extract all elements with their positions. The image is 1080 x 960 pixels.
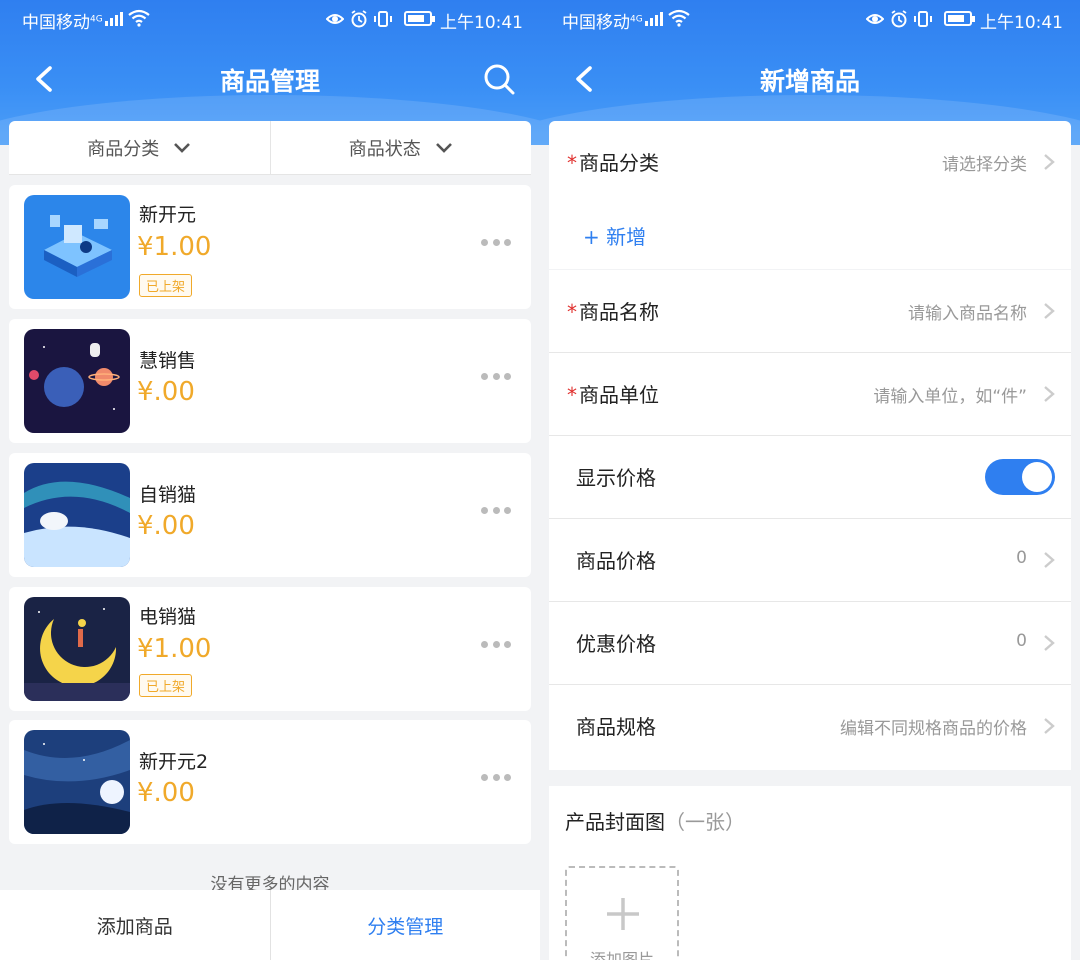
category-filter-label: 商品分类 xyxy=(87,138,160,160)
vibrate-icon xyxy=(914,11,932,27)
battery-icon xyxy=(404,11,435,26)
category-row[interactable]: * 商品分类 请选择分类 xyxy=(549,121,1071,204)
chevron-right-icon xyxy=(1044,718,1055,734)
vibrate-icon xyxy=(374,11,392,27)
product-name: 自销猫 xyxy=(139,484,197,506)
signal-icon xyxy=(105,12,123,26)
alarm-icon xyxy=(891,10,907,28)
product-name: 新开元 xyxy=(139,204,197,226)
show-price-row: 显示价格 xyxy=(549,436,1071,519)
product-price: ¥1.00 xyxy=(137,232,212,262)
category-placeholder: 请选择分类 xyxy=(942,155,1027,175)
clock: 上午10:41 xyxy=(440,13,523,33)
signal-icon xyxy=(645,12,663,26)
required-mark: * xyxy=(567,151,577,175)
category-label: * 商品分类 xyxy=(567,151,659,175)
eye-icon xyxy=(866,14,884,24)
product-price: ¥.00 xyxy=(137,377,195,407)
cover-image-label: 产品封面图（一张） xyxy=(565,810,745,834)
product-thumbnail xyxy=(24,730,130,834)
more-options-icon[interactable] xyxy=(481,641,511,651)
chevron-down-icon xyxy=(174,142,191,153)
product-price: ¥.00 xyxy=(137,778,195,808)
more-options-icon[interactable] xyxy=(481,239,511,249)
chevron-right-icon xyxy=(1044,154,1055,170)
product-name-input[interactable]: 请输入商品名称 xyxy=(908,299,1027,324)
category-section: * 商品分类 请选择分类 + 新增 xyxy=(549,121,1071,269)
product-price: ¥1.00 xyxy=(137,634,212,664)
more-options-icon[interactable] xyxy=(481,774,511,784)
add-category-button[interactable]: + 新增 xyxy=(583,221,646,250)
page-title: 商品管理 xyxy=(219,67,320,96)
product-name-row[interactable]: * 商品名称 请输入商品名称 xyxy=(549,270,1071,353)
required-mark: * xyxy=(567,383,577,407)
more-options-icon[interactable] xyxy=(481,373,511,383)
product-card[interactable]: 慧销售 ¥.00 xyxy=(9,319,531,443)
product-thumbnail xyxy=(24,195,130,299)
product-thumbnail xyxy=(24,329,130,433)
product-card[interactable]: 电销猫 ¥1.00 已上架 xyxy=(9,587,531,711)
search-icon[interactable] xyxy=(482,62,516,96)
field-label: * 商品单位 xyxy=(567,383,659,407)
category-filter[interactable]: 商品分类 xyxy=(9,121,270,174)
cover-image-section: 产品封面图（一张） 添加图片 xyxy=(549,786,1071,960)
add-image-label: 添加图片 xyxy=(589,950,654,960)
field-label: 商品价格 xyxy=(576,549,656,573)
filter-bar: 商品分类 商品状态 xyxy=(9,121,531,175)
product-name: 新开元2 xyxy=(139,751,209,773)
field-label: 优惠价格 xyxy=(576,632,656,656)
chevron-down-icon xyxy=(435,142,452,153)
product-name: 电销猫 xyxy=(139,606,197,628)
product-price-input[interactable]: 0 xyxy=(1016,548,1027,568)
chevron-right-icon xyxy=(1044,386,1055,402)
discount-price-input[interactable]: 0 xyxy=(1016,631,1027,651)
add-image-button[interactable]: 添加图片 xyxy=(565,866,679,960)
product-price: ¥.00 xyxy=(137,511,195,541)
field-label: 商品规格 xyxy=(576,715,656,739)
chevron-right-icon xyxy=(1044,552,1055,568)
status-bar: 中国移动4G 上午10:41 xyxy=(0,0,540,38)
status-badge: 已上架 xyxy=(139,674,193,697)
product-card[interactable]: 自销猫 ¥.00 xyxy=(9,453,531,577)
status-badge: 已上架 xyxy=(139,274,193,297)
product-card[interactable]: 新开元 ¥1.00 已上架 xyxy=(9,185,531,309)
product-thumbnail xyxy=(24,463,130,567)
bottom-action-bar: 添加商品 分类管理 xyxy=(0,890,540,960)
battery-icon xyxy=(944,11,975,26)
eye-icon xyxy=(326,14,344,24)
status-filter[interactable]: 商品状态 xyxy=(269,121,532,174)
product-card[interactable]: 新开元2 ¥.00 xyxy=(9,720,531,844)
product-name: 慧销售 xyxy=(139,350,197,372)
add-product-button[interactable]: 添加商品 xyxy=(0,890,270,960)
wifi-icon xyxy=(668,9,690,27)
carrier-label: 中国移动4G xyxy=(562,13,643,33)
show-price-toggle[interactable] xyxy=(985,459,1055,495)
status-filter-label: 商品状态 xyxy=(348,138,421,160)
product-spec-row[interactable]: 商品规格 编辑不同规格商品的价格 xyxy=(549,685,1071,768)
product-thumbnail xyxy=(24,597,130,701)
discount-price-row[interactable]: 优惠价格 0 xyxy=(549,602,1071,685)
product-management-screen: 中国移动4G 上午10:41 商品管理 商品分类 商品状态 新开元 ¥1.00 … xyxy=(0,0,540,960)
more-options-icon[interactable] xyxy=(481,507,511,517)
chevron-right-icon xyxy=(1044,635,1055,651)
carrier-label: 中国移动4G xyxy=(22,13,103,33)
required-mark: * xyxy=(567,300,577,324)
plus-icon xyxy=(607,898,639,930)
status-bar: 中国移动4G 上午10:41 xyxy=(540,0,1080,38)
product-unit-row[interactable]: * 商品单位 请输入单位，如“件” xyxy=(549,353,1071,436)
product-price-row[interactable]: 商品价格 0 xyxy=(549,519,1071,602)
field-label: 显示价格 xyxy=(576,466,656,490)
category-manage-button[interactable]: 分类管理 xyxy=(269,890,541,960)
chevron-right-icon xyxy=(1044,303,1055,319)
product-spec-value: 编辑不同规格商品的价格 xyxy=(840,719,1027,739)
page-title: 新增商品 xyxy=(759,67,860,96)
clock: 上午10:41 xyxy=(980,13,1063,33)
add-product-screen: 中国移动4G 上午10:41 新增商品 * 商品分类 请选择分类 + 新增 * 商品… xyxy=(540,0,1080,960)
product-form: * 商品名称 请输入商品名称 * 商品单位 请输入单位，如“件” 显示价格 商品价格… xyxy=(549,270,1071,770)
alarm-icon xyxy=(351,10,367,28)
field-label: * 商品名称 xyxy=(567,300,659,324)
wifi-icon xyxy=(128,9,150,27)
product-unit-input[interactable]: 请输入单位，如“件” xyxy=(873,382,1027,407)
